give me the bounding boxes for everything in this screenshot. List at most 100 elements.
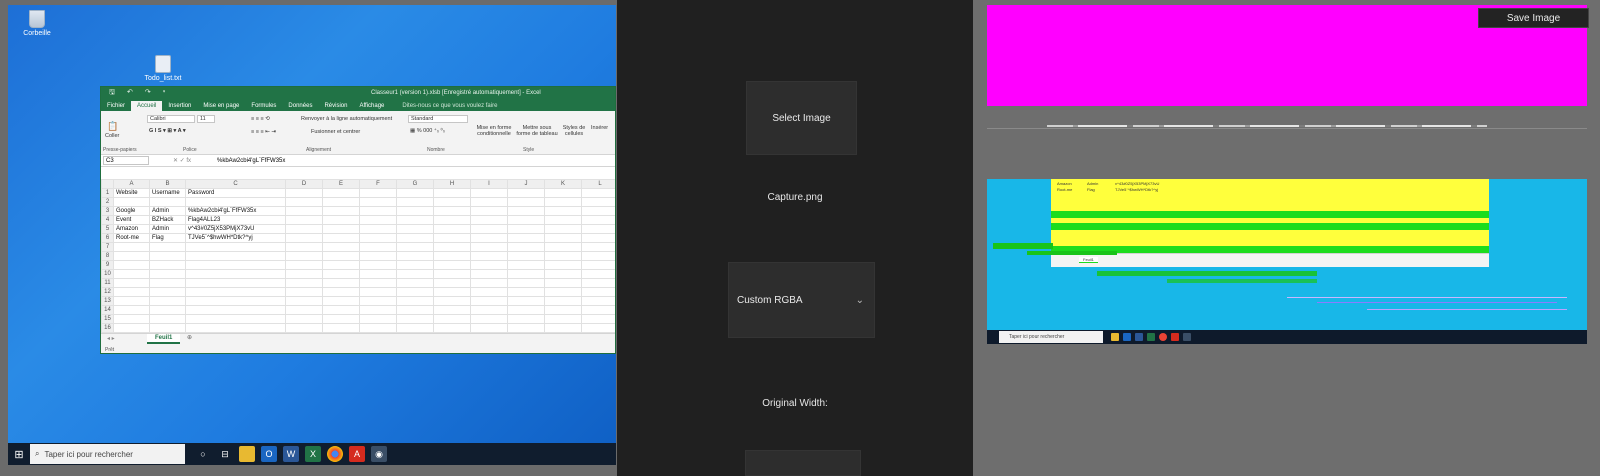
spreadsheet-cell[interactable] (396, 314, 434, 324)
quick-access-icons[interactable]: 🖫↶↷▾ (109, 88, 177, 99)
spreadsheet-cell[interactable] (149, 242, 186, 252)
spreadsheet-cell[interactable] (149, 260, 186, 270)
spreadsheet-cell[interactable] (544, 287, 582, 297)
spreadsheet-cell[interactable] (433, 296, 471, 306)
row-header[interactable]: 13 (101, 296, 114, 306)
spreadsheet-cell[interactable] (185, 314, 286, 324)
spreadsheet-cell[interactable] (113, 269, 150, 279)
spreadsheet-cell[interactable] (359, 224, 397, 234)
spreadsheet-cell[interactable] (396, 323, 434, 333)
spreadsheet-cell[interactable] (544, 260, 582, 270)
bold-italic-underline-icons[interactable]: G I S ▾ ⊞ ▾ A ▾ (149, 128, 186, 134)
column-header[interactable]: D (285, 179, 323, 189)
spreadsheet-cell[interactable] (359, 278, 397, 288)
spreadsheet-cell[interactable] (581, 188, 615, 198)
spreadsheet-cell[interactable] (322, 197, 360, 207)
spreadsheet-cell[interactable] (285, 305, 323, 315)
spreadsheet-cell[interactable] (581, 260, 615, 270)
format-as-table-button[interactable]: Mettre sous forme de tableau (515, 125, 559, 137)
row-header[interactable]: 7 (101, 242, 114, 252)
spreadsheet-cell[interactable] (544, 323, 582, 333)
row-header[interactable]: 5 (101, 224, 114, 234)
spreadsheet-cell[interactable] (507, 188, 545, 198)
spreadsheet-cell[interactable]: Password (185, 188, 286, 198)
desktop-icon-todo[interactable]: Todo_list.txt (138, 55, 188, 82)
spreadsheet-cell[interactable] (581, 206, 615, 216)
sheet-tab-feuil1[interactable]: Feuil1 (147, 334, 181, 344)
spreadsheet-cell[interactable] (433, 215, 471, 225)
tab-revision[interactable]: Révision (318, 101, 353, 111)
spreadsheet-cell[interactable] (581, 197, 615, 207)
conditional-format-button[interactable]: Mise en forme conditionnelle (475, 125, 513, 137)
spreadsheet-cell[interactable]: v^43#0Z5jX53PMjX73vU (185, 224, 286, 234)
spreadsheet-cell[interactable] (396, 305, 434, 315)
app-icon[interactable]: ◉ (371, 446, 387, 462)
tab-mise-en-page[interactable]: Mise en page (197, 101, 245, 111)
row-header[interactable]: 10 (101, 269, 114, 279)
spreadsheet-cell[interactable]: Root-me (113, 233, 150, 243)
spreadsheet-cell[interactable]: Admin (149, 206, 186, 216)
spreadsheet-cell[interactable] (322, 251, 360, 261)
select-image-button[interactable]: Select Image (746, 81, 857, 155)
spreadsheet-cell[interactable] (149, 314, 186, 324)
spreadsheet-cell[interactable] (396, 278, 434, 288)
spreadsheet-cell[interactable] (581, 278, 615, 288)
spreadsheet-cell[interactable] (433, 269, 471, 279)
spreadsheet-cell[interactable] (149, 197, 186, 207)
column-header[interactable]: B (149, 179, 186, 189)
spreadsheet-cell[interactable] (581, 296, 615, 306)
column-header[interactable]: J (507, 179, 545, 189)
column-header[interactable]: L (581, 179, 615, 189)
spreadsheet-cell[interactable] (113, 305, 150, 315)
spreadsheet-cell[interactable] (113, 242, 150, 252)
spreadsheet-cell[interactable] (470, 197, 508, 207)
merge-center-button[interactable]: Fusionner et centrer (311, 129, 360, 135)
spreadsheet-cell[interactable] (581, 287, 615, 297)
tell-me-search[interactable]: Dites-nous ce que vous voulez faire (396, 101, 503, 111)
spreadsheet-cell[interactable] (149, 269, 186, 279)
spreadsheet-cell[interactable] (185, 251, 286, 261)
spreadsheet-cell[interactable] (322, 287, 360, 297)
spreadsheet-cell[interactable]: Flag4ALL23 (185, 215, 286, 225)
row-header[interactable]: 4 (101, 215, 114, 225)
spreadsheet-cell[interactable] (507, 305, 545, 315)
spreadsheet-cell[interactable] (433, 206, 471, 216)
spreadsheet-cell[interactable] (359, 323, 397, 333)
name-box[interactable]: C3 (103, 156, 149, 165)
spreadsheet-cell[interactable] (113, 323, 150, 333)
spreadsheet-cell[interactable] (544, 215, 582, 225)
spreadsheet-grid[interactable]: A B C D E F G H I J K L 1 Website Username Password 2 3 Go… (101, 179, 615, 333)
spreadsheet-cell[interactable] (359, 269, 397, 279)
row-header[interactable]: 3 (101, 206, 114, 216)
acrobat-icon[interactable]: A (349, 446, 365, 462)
spreadsheet-cell[interactable] (544, 206, 582, 216)
spreadsheet-cell[interactable] (359, 305, 397, 315)
column-header[interactable]: F (359, 179, 397, 189)
spreadsheet-cell[interactable]: Event (113, 215, 150, 225)
spreadsheet-cell[interactable] (149, 278, 186, 288)
spreadsheet-cell[interactable] (322, 314, 360, 324)
spreadsheet-cell[interactable] (359, 188, 397, 198)
spreadsheet-cell[interactable] (544, 188, 582, 198)
spreadsheet-cell[interactable] (470, 323, 508, 333)
spreadsheet-cell[interactable] (433, 305, 471, 315)
row-header[interactable]: 6 (101, 233, 114, 243)
spreadsheet-cell[interactable] (359, 296, 397, 306)
font-name-select[interactable]: Calibri (147, 115, 195, 123)
align-icons-2[interactable]: ≡ ≡ ≡ ⇤ ⇥ (251, 129, 276, 135)
spreadsheet-cell[interactable]: %kbAw2cbi4'gL`FfFW35x (185, 206, 286, 216)
taskbar-search[interactable]: ⌕ Taper ici pour rechercher (30, 444, 185, 464)
spreadsheet-cell[interactable] (507, 215, 545, 225)
spreadsheet-cell[interactable] (544, 296, 582, 306)
spreadsheet-cell[interactable] (581, 314, 615, 324)
spreadsheet-cell[interactable] (185, 260, 286, 270)
spreadsheet-cell[interactable] (396, 197, 434, 207)
task-view-icon[interactable]: ⊟ (217, 446, 233, 462)
spreadsheet-cell[interactable] (544, 314, 582, 324)
spreadsheet-cell[interactable] (507, 197, 545, 207)
spreadsheet-cell[interactable] (470, 224, 508, 234)
spreadsheet-cell[interactable] (507, 269, 545, 279)
spreadsheet-cell[interactable] (113, 314, 150, 324)
cell-styles-button[interactable]: Styles de cellules (561, 125, 587, 137)
number-format-icons[interactable]: ▦ % 000 ⁺₀ ⁰₀ (410, 128, 445, 134)
